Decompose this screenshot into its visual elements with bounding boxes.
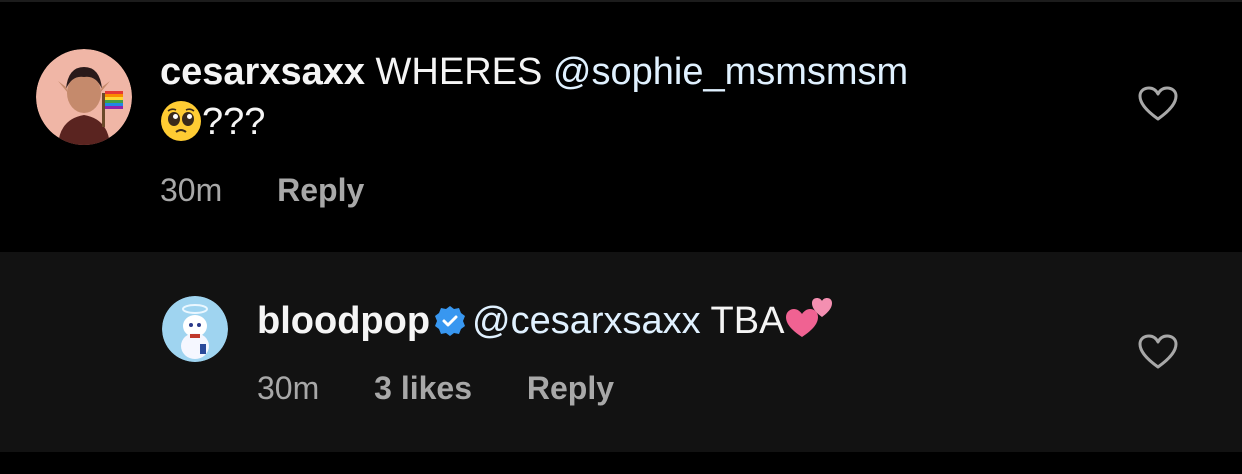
comment-username[interactable]: cesarxsaxx: [160, 51, 365, 93]
reply-time: 30m: [257, 370, 320, 406]
comment-text-line2: ???: [202, 101, 266, 143]
avatar-bloodpop[interactable]: [162, 296, 228, 362]
comment-cesarxsaxx: cesarxsaxx WHERES @sophie_msmsmsm ??? 30…: [0, 0, 1242, 252]
reply-body: bloodpop @cesarxsaxx TBA: [257, 293, 1057, 354]
comment-time: 30m: [160, 172, 223, 208]
mention-link[interactable]: @sophie_msmsmsm: [553, 51, 908, 93]
reply-text: TBA: [700, 300, 785, 342]
two-hearts-emoji: [784, 293, 836, 354]
reply-button[interactable]: Reply: [277, 172, 364, 208]
heart-icon[interactable]: [1138, 334, 1178, 370]
reply-button[interactable]: Reply: [527, 370, 614, 406]
reply-username[interactable]: bloodpop: [257, 300, 430, 342]
bottom-spacer: [0, 452, 1242, 474]
mention-link[interactable]: @cesarxsaxx: [472, 300, 701, 342]
comment-text: WHERES: [365, 51, 553, 93]
reply-meta: 30m 3 likes Reply: [257, 370, 614, 407]
comment-body: cesarxsaxx WHERES @sophie_msmsmsm ???: [160, 47, 1060, 155]
pleading-face-emoji: [160, 100, 202, 155]
comment-meta: 30m Reply: [160, 172, 364, 209]
likes-count[interactable]: 3 likes: [374, 370, 472, 406]
heart-icon[interactable]: [1138, 86, 1178, 122]
verified-badge-icon: [434, 300, 466, 336]
avatar-cesarxsaxx[interactable]: [36, 49, 132, 145]
